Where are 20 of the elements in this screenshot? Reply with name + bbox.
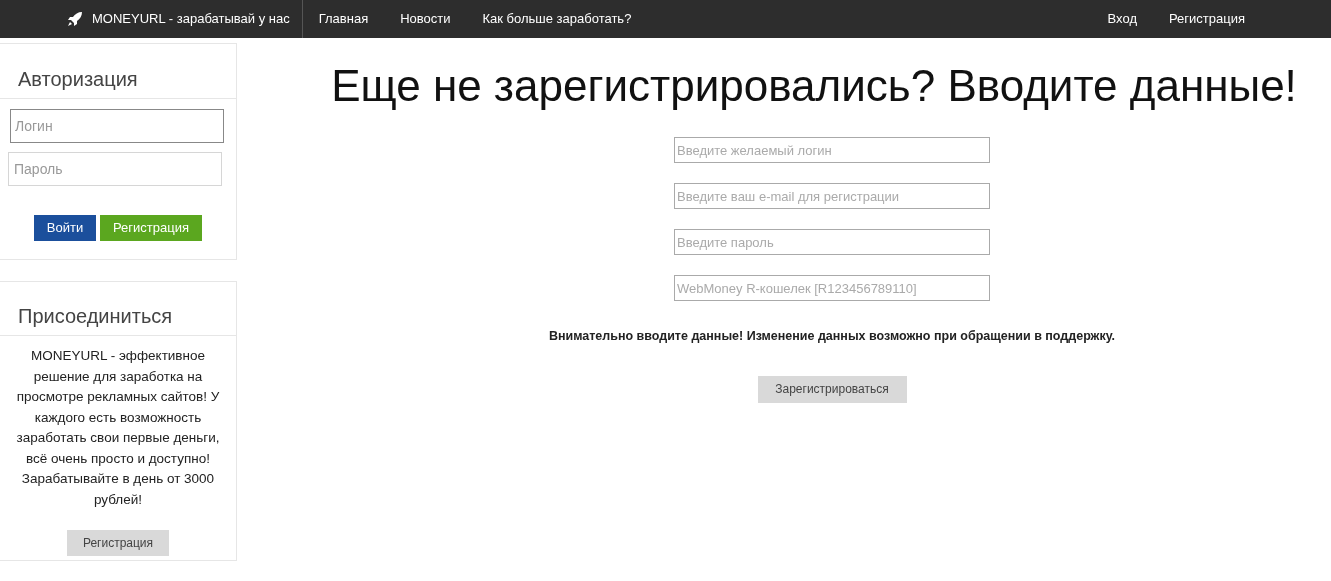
brand-link[interactable]: MONEYURL - зарабатывай у нас — [92, 9, 302, 29]
panel-title: Авторизация — [0, 44, 236, 99]
nav-link[interactable]: Вход — [1091, 9, 1153, 29]
input-field[interactable]: WebMoney R-кошелек [R123456789110] — [674, 275, 990, 301]
login-button[interactable]: Войти — [34, 215, 96, 241]
nav-link[interactable]: Как больше заработать? — [466, 9, 648, 29]
nav-link[interactable]: Новости — [384, 9, 467, 29]
description-text: MONEYURL - эффективное решение для заработка на просмотре рекламных сайтов! У каждого есть возможность заработать свои первые деньги, всё очень просто и доступно! Зарабатывайте в день от 3000 рублей! — [15, 347, 221, 509]
rocket-icon — [67, 11, 83, 27]
input-field[interactable]: Введите ваш e-mail для регистрации — [674, 183, 990, 209]
input-field[interactable]: Логин — [10, 109, 224, 143]
submit-button[interactable]: Зарегистрироваться — [757, 375, 907, 403]
input-field[interactable]: Введите желаемый логин — [674, 137, 990, 163]
input-field[interactable]: Введите пароль — [674, 229, 990, 255]
nav-link[interactable]: Главная — [302, 9, 385, 29]
notice-text: Внимательно вводите данные! Изменение данных возможно при обращении в поддержку. — [548, 328, 1116, 345]
panel-title: Присоединиться — [0, 282, 236, 336]
nav-link[interactable]: Регистрация — [1153, 9, 1261, 29]
register-button[interactable]: Регистрация — [67, 530, 169, 556]
page-heading: Еще не зарегистрировались? Вводите данные! — [331, 60, 1297, 112]
